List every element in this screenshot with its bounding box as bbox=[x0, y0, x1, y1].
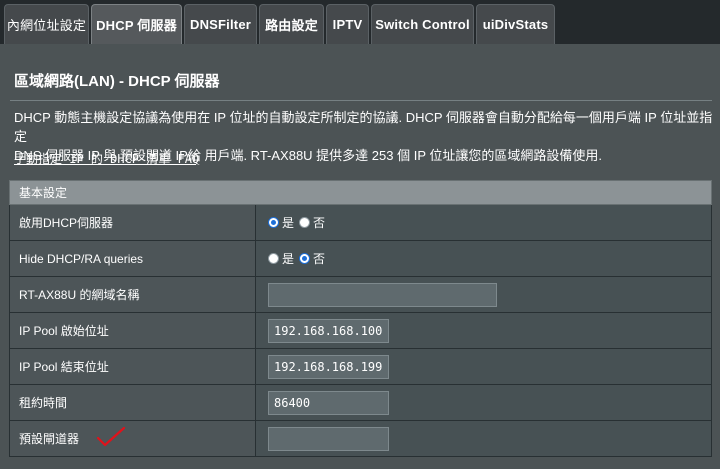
enable-dhcp-no-label[interactable]: 否 bbox=[313, 214, 325, 231]
setting-row-enable-dhcp: 啟用DHCP伺服器 是 否 bbox=[9, 204, 712, 241]
enable-dhcp-yes-label[interactable]: 是 bbox=[282, 214, 294, 231]
description-line-1: DHCP 動態主機設定協議為使用在 IP 位址的自動設定所制定的協議. DHCP… bbox=[14, 110, 713, 144]
tab-dhcp-server[interactable]: DHCP 伺服器 bbox=[91, 4, 182, 44]
red-checkmark-annotation bbox=[96, 426, 126, 447]
domain-name-input[interactable] bbox=[268, 282, 497, 307]
setting-row-domain-name: RT-AX88U 的網域名稱 bbox=[9, 276, 712, 313]
section-title: 基本設定 bbox=[9, 180, 712, 205]
pool-start-label: IP Pool 啟始位址 bbox=[9, 312, 256, 349]
setting-row-pool-end: IP Pool 結束位址 192.168.168.199 bbox=[9, 348, 712, 385]
tab-dnsfilter[interactable]: DNSFilter bbox=[184, 4, 257, 44]
dhcp-list-faq-link[interactable]: 手動指定 IP 的 DHCP 清單 FAQ bbox=[14, 150, 199, 167]
setting-row-lease-time: 租約時間 86400 bbox=[9, 384, 712, 421]
setting-row-pool-start: IP Pool 啟始位址 192.168.168.100 bbox=[9, 312, 712, 349]
domain-name-label: RT-AX88U 的網域名稱 bbox=[9, 276, 256, 313]
basic-settings-table: 基本設定 啟用DHCP伺服器 是 否 Hide DHCP/RA queries bbox=[9, 180, 712, 457]
tab-lan-ip[interactable]: 內網位址設定 bbox=[4, 4, 89, 44]
pool-start-input[interactable]: 192.168.168.100 bbox=[268, 318, 389, 343]
tab-uidivstats[interactable]: uiDivStats bbox=[476, 4, 555, 44]
enable-dhcp-no-radio[interactable] bbox=[299, 217, 311, 228]
pool-end-label: IP Pool 結束位址 bbox=[9, 348, 256, 385]
default-gateway-input[interactable] bbox=[268, 426, 389, 451]
enable-dhcp-label: 啟用DHCP伺服器 bbox=[9, 204, 256, 241]
pool-end-input[interactable]: 192.168.168.199 bbox=[268, 354, 389, 379]
enable-dhcp-yes-radio[interactable] bbox=[268, 217, 279, 228]
hide-dhcp-yes-label[interactable]: 是 bbox=[282, 250, 294, 267]
enable-dhcp-radio-group: 是 否 bbox=[268, 214, 330, 231]
tab-iptv[interactable]: IPTV bbox=[326, 4, 369, 44]
tab-bar: 內網位址設定 DHCP 伺服器 DNSFilter 路由設定 IPTV Swit… bbox=[0, 0, 720, 44]
hide-dhcp-no-label[interactable]: 否 bbox=[313, 250, 325, 267]
hide-dhcp-label: Hide DHCP/RA queries bbox=[9, 240, 256, 277]
lease-time-input[interactable]: 86400 bbox=[268, 390, 389, 415]
content-panel: 區域網路(LAN) - DHCP 伺服器 DHCP 動態主機設定協議為使用在 I… bbox=[0, 44, 720, 469]
hide-dhcp-radio-group: 是 否 bbox=[268, 250, 330, 267]
default-gateway-label: 預設閘道器 bbox=[9, 420, 256, 457]
lease-time-label: 租約時間 bbox=[9, 384, 256, 421]
title-divider bbox=[10, 100, 712, 101]
hide-dhcp-no-radio[interactable] bbox=[299, 253, 311, 264]
tab-route[interactable]: 路由設定 bbox=[259, 4, 324, 44]
page-title: 區域網路(LAN) - DHCP 伺服器 bbox=[14, 73, 220, 90]
hide-dhcp-yes-radio[interactable] bbox=[268, 253, 279, 264]
tab-switch-control[interactable]: Switch Control bbox=[371, 4, 474, 44]
setting-row-hide-dhcp: Hide DHCP/RA queries 是 否 bbox=[9, 240, 712, 277]
